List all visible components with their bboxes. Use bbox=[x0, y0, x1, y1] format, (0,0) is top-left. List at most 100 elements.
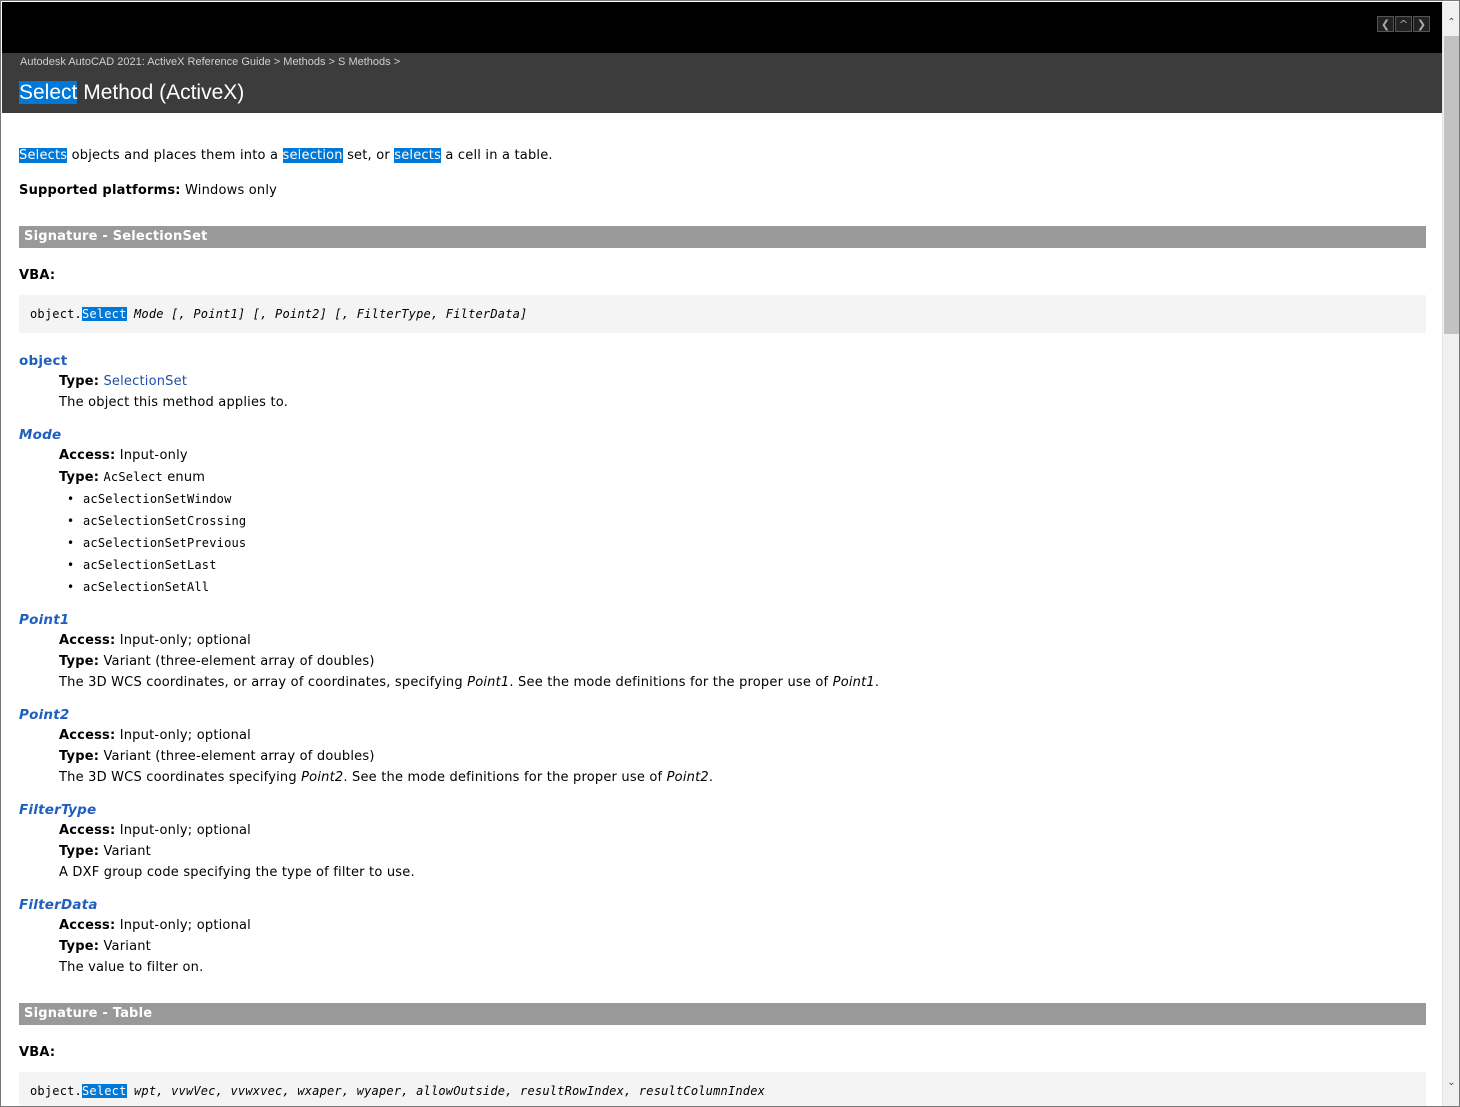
list-item: acSelectionSetAll bbox=[67, 578, 210, 596]
type-value: Variant bbox=[99, 939, 151, 954]
desc-param-ref: Point2 bbox=[666, 770, 709, 785]
vba-label: VBA: bbox=[19, 1045, 56, 1060]
platforms-label: Supported platforms: bbox=[19, 183, 181, 198]
next-page-button[interactable]: ❯ bbox=[1413, 16, 1430, 32]
access-value: Input-only; optional bbox=[115, 918, 251, 933]
chevron-up-icon: ^ bbox=[1398, 18, 1409, 31]
type-rest: enum bbox=[162, 470, 206, 485]
param-object-type: Type: SelectionSet bbox=[59, 373, 187, 391]
mode-option: acSelectionSetPrevious bbox=[83, 536, 247, 550]
type-value: Variant (three-element array of doubles) bbox=[99, 749, 375, 764]
search-highlight: selection bbox=[282, 148, 343, 163]
type-label: Type: bbox=[59, 654, 100, 669]
access-value: Input-only bbox=[115, 448, 188, 463]
param-filterdata-desc: The value to filter on. bbox=[59, 960, 204, 975]
list-item: acSelectionSetPrevious bbox=[67, 534, 247, 552]
breadcrumb-item-methods[interactable]: Methods bbox=[283, 56, 325, 68]
param-filterdata: FilterData bbox=[19, 897, 98, 913]
desc-text: . bbox=[874, 675, 880, 690]
breadcrumb: Autodesk AutoCAD 2021: ActiveX Reference… bbox=[20, 55, 400, 69]
type-label: Type: bbox=[59, 374, 100, 389]
intro-text: set, or bbox=[342, 148, 395, 163]
access-label: Access: bbox=[59, 633, 116, 648]
nav-buttons: ❮ ^ ❯ bbox=[1377, 16, 1430, 32]
desc-param-ref: Point2 bbox=[301, 770, 344, 785]
desc-text: The 3D WCS coordinates, or array of coor… bbox=[59, 675, 468, 690]
section-header-selectionset: Signature - SelectionSet bbox=[19, 226, 1426, 248]
param-mode-access: Access: Input-only bbox=[59, 447, 188, 465]
parent-page-button[interactable]: ^ bbox=[1395, 16, 1412, 32]
chevron-left-icon: ❮ bbox=[1380, 18, 1391, 31]
desc-text: The 3D WCS coordinates specifying bbox=[59, 770, 302, 785]
vertical-scrollbar[interactable]: ⌃ ⌄ bbox=[1442, 2, 1459, 1106]
type-label: Type: bbox=[59, 749, 100, 764]
param-mode-type: Type: AcSelect enum bbox=[59, 468, 205, 487]
param-point2: Point2 bbox=[19, 707, 70, 723]
code-object: object. bbox=[30, 307, 82, 321]
access-value: Input-only; optional bbox=[115, 728, 251, 743]
section-header-table: Signature - Table bbox=[19, 1003, 1426, 1025]
breadcrumb-item-s-methods[interactable]: S Methods bbox=[338, 56, 391, 68]
page-header: Autodesk AutoCAD 2021: ActiveX Reference… bbox=[2, 53, 1442, 113]
code-object: object. bbox=[30, 1084, 82, 1098]
mode-option: acSelectionSetLast bbox=[83, 558, 217, 572]
top-toolbar: ❮ ^ ❯ bbox=[2, 2, 1442, 53]
intro-text: objects and places them into a bbox=[67, 148, 283, 163]
param-point1-desc: The 3D WCS coordinates, or array of coor… bbox=[59, 674, 879, 692]
breadcrumb-separator: > bbox=[273, 56, 281, 68]
param-point1: Point1 bbox=[19, 612, 70, 628]
breadcrumb-separator: > bbox=[328, 56, 335, 68]
scrollbar-thumb[interactable] bbox=[1444, 36, 1459, 334]
param-filtertype-type: Type: Variant bbox=[59, 843, 151, 861]
list-item: acSelectionSetCrossing bbox=[67, 512, 247, 530]
mode-option: acSelectionSetAll bbox=[83, 580, 210, 594]
param-filterdata-access: Access: Input-only; optional bbox=[59, 917, 251, 935]
access-label: Access: bbox=[59, 918, 116, 933]
search-highlight: Select bbox=[81, 307, 127, 321]
access-label: Access: bbox=[59, 823, 116, 838]
breadcrumb-item-guide[interactable]: Autodesk AutoCAD 2021: ActiveX Reference… bbox=[20, 56, 271, 68]
type-value: Variant bbox=[99, 844, 151, 859]
list-item: acSelectionSetLast bbox=[67, 556, 217, 574]
param-point1-type: Type: Variant (three-element array of do… bbox=[59, 653, 375, 671]
param-mode: Mode bbox=[19, 427, 62, 443]
intro-text: a cell in a table. bbox=[441, 148, 553, 163]
chevron-down-icon: ⌄ bbox=[1447, 1077, 1456, 1088]
code-signature-table: object.Select wpt, vvwVec, vvwxvec, wxap… bbox=[19, 1072, 1426, 1106]
scroll-up-button[interactable]: ⌃ bbox=[1443, 14, 1459, 31]
search-highlight: Select bbox=[81, 1084, 127, 1098]
access-value: Input-only; optional bbox=[115, 633, 251, 648]
param-point1-access: Access: Input-only; optional bbox=[59, 632, 251, 650]
intro-paragraph: Selects objects and places them into a s… bbox=[19, 147, 553, 165]
mode-option: acSelectionSetWindow bbox=[83, 492, 232, 506]
desc-param-ref: Point1 bbox=[467, 675, 510, 690]
platforms-value: Windows only bbox=[180, 183, 278, 198]
desc-text: . See the mode definitions for the prope… bbox=[509, 675, 833, 690]
access-label: Access: bbox=[59, 448, 116, 463]
search-highlight: selects bbox=[394, 148, 442, 163]
param-point2-type: Type: Variant (three-element array of do… bbox=[59, 748, 375, 766]
code-args: wpt, vvwVec, vvwxvec, wxaper, wyaper, al… bbox=[126, 1084, 766, 1098]
page-title: Select Method (ActiveX) bbox=[19, 80, 244, 106]
param-object: object bbox=[19, 353, 68, 369]
previous-page-button[interactable]: ❮ bbox=[1377, 16, 1394, 32]
search-highlight: Selects bbox=[19, 148, 68, 163]
selectionset-link[interactable]: SelectionSet bbox=[103, 374, 187, 389]
desc-param-ref: Point1 bbox=[832, 675, 875, 690]
param-point2-access: Access: Input-only; optional bbox=[59, 727, 251, 745]
vba-label: VBA: bbox=[19, 268, 56, 283]
param-filterdata-type: Type: Variant bbox=[59, 938, 151, 956]
param-filtertype-access: Access: Input-only; optional bbox=[59, 822, 251, 840]
scroll-down-button[interactable]: ⌄ bbox=[1443, 1074, 1459, 1091]
chevron-right-icon: ❯ bbox=[1416, 18, 1427, 31]
code-signature-selectionset: object.Select Mode [, Point1] [, Point2]… bbox=[19, 295, 1426, 333]
desc-text: . bbox=[708, 770, 714, 785]
mode-option: acSelectionSetCrossing bbox=[83, 514, 247, 528]
param-point2-desc: The 3D WCS coordinates specifying Point2… bbox=[59, 769, 713, 787]
desc-text: . See the mode definitions for the prope… bbox=[343, 770, 667, 785]
list-item: acSelectionSetWindow bbox=[67, 490, 232, 508]
search-highlight: Select bbox=[19, 81, 78, 104]
chevron-up-icon: ⌃ bbox=[1447, 17, 1456, 28]
type-label: Type: bbox=[59, 470, 100, 485]
access-label: Access: bbox=[59, 728, 116, 743]
